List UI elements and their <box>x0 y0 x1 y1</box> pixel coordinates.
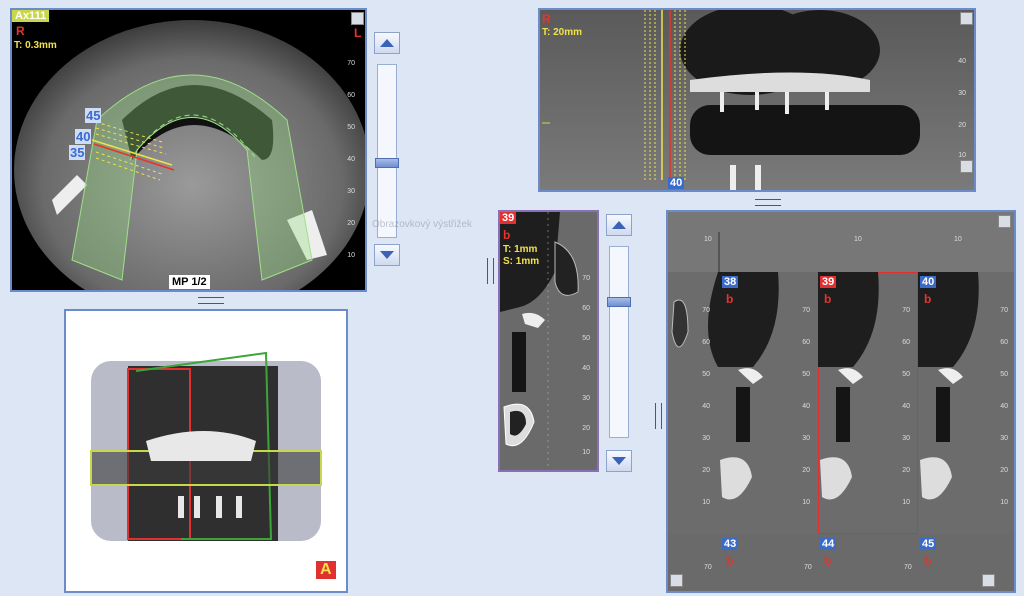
horizontal-splitter[interactable] <box>755 199 781 206</box>
arrow-up-icon <box>612 221 626 229</box>
ruler-tick: 70 <box>904 564 912 571</box>
side-marker: b <box>726 554 734 568</box>
axial-view[interactable]: Ax111 R L T: 0.3mm 45 40 35 MP 1/2 70 60… <box>10 8 367 292</box>
vertical-ruler: 70 60 50 40 30 20 10 <box>702 307 710 506</box>
vertical-ruler: 40 30 20 10 <box>958 58 966 159</box>
scroll-down-button[interactable] <box>606 450 632 472</box>
cross-section-view[interactable]: 39 b T: 1mm S: 1mm 70 60 50 40 30 20 10 <box>498 210 599 472</box>
grid-cell-38[interactable]: 38 b <box>668 272 818 534</box>
horizontal-splitter[interactable] <box>198 297 224 304</box>
section-number-35[interactable]: 35 <box>69 145 86 160</box>
vertical-ruler: 70 60 50 40 30 20 10 <box>1000 307 1008 506</box>
ruler-tick: 10 <box>954 236 962 243</box>
panoramic-image <box>540 10 974 190</box>
orientation-badge: A <box>316 561 336 579</box>
section-number: 45 <box>920 538 937 550</box>
maximize-icon[interactable] <box>351 12 364 25</box>
side-marker: b <box>503 228 511 242</box>
side-marker: b <box>924 554 932 568</box>
ruler-tick: 70 <box>804 564 812 571</box>
section-spacing: S: 1mm <box>503 256 540 267</box>
scroll-down-corner-icon[interactable] <box>960 160 973 173</box>
side-marker: b <box>824 292 832 306</box>
panoramic-view[interactable]: R T: 20mm 40 40 30 20 10 <box>538 8 976 192</box>
section-index: 39 <box>500 212 517 224</box>
vertical-ruler: 70 60 50 40 30 20 10 <box>582 275 590 456</box>
section-number: 40 <box>920 276 937 288</box>
section-number: 43 <box>722 538 739 550</box>
ruler-tick: 10 <box>854 236 862 243</box>
axial-image <box>14 20 365 290</box>
section-thickness: T: 1mm <box>503 244 538 255</box>
slab-thickness: T: 20mm <box>542 27 583 38</box>
scroll-right-icon[interactable] <box>982 574 995 587</box>
section-scrollbar[interactable] <box>607 246 631 438</box>
vertical-ruler: 70 60 50 40 30 20 10 <box>902 307 910 506</box>
arrow-up-icon <box>380 39 394 47</box>
slice-thickness: T: 0.3mm <box>14 40 57 51</box>
orientation-left-marker: L <box>354 26 362 40</box>
scroll-left-icon[interactable] <box>670 574 683 587</box>
vertical-splitter[interactable] <box>655 403 662 429</box>
scroll-down-button[interactable] <box>374 244 400 266</box>
maximize-icon[interactable] <box>998 215 1011 228</box>
view-label: Ax111 <box>12 10 50 22</box>
maximize-icon[interactable] <box>960 12 973 25</box>
side-marker: b <box>824 554 832 568</box>
vertical-ruler: 70 60 50 40 30 20 10 <box>347 60 355 259</box>
side-marker: b <box>924 292 932 306</box>
arrow-down-icon <box>612 457 626 465</box>
section-marker-number[interactable]: 40 <box>668 177 685 189</box>
section-number: 38 <box>722 276 739 288</box>
render-3d-view[interactable]: A <box>64 309 348 593</box>
slice-scrollbar[interactable] <box>375 64 399 238</box>
ruler-tick: 10 <box>704 236 712 243</box>
scroll-up-button[interactable] <box>606 214 632 236</box>
watermark-text: Obrazovkový výstřižek <box>372 219 473 230</box>
side-marker: b <box>726 292 734 306</box>
section-number-45[interactable]: 45 <box>85 108 102 123</box>
scroll-thumb[interactable] <box>607 297 631 307</box>
ruler-tick: 70 <box>704 564 712 571</box>
orientation-right-marker: R <box>16 24 25 38</box>
grid-top-row: 10 10 10 <box>668 212 1014 272</box>
section-number-40[interactable]: 40 <box>75 129 92 144</box>
3d-rendering <box>90 351 322 541</box>
cross-section-grid[interactable]: 10 10 10 38 b 39 b 40 b 43 b 70 44 b 70 … <box>666 210 1016 593</box>
scroll-up-button[interactable] <box>374 32 400 54</box>
vertical-ruler: 70 60 50 40 30 20 10 <box>802 307 810 506</box>
curve-label: MP 1/2 <box>169 275 210 289</box>
orientation-right-marker: R <box>542 12 551 26</box>
vertical-splitter[interactable] <box>487 258 494 284</box>
grid-bottom-row: 43 b 70 44 b 70 45 b 70 <box>668 534 1014 591</box>
section-number: 39 <box>820 276 837 288</box>
section-number: 44 <box>820 538 837 550</box>
arrow-down-icon <box>380 251 394 259</box>
scroll-thumb[interactable] <box>375 158 399 168</box>
